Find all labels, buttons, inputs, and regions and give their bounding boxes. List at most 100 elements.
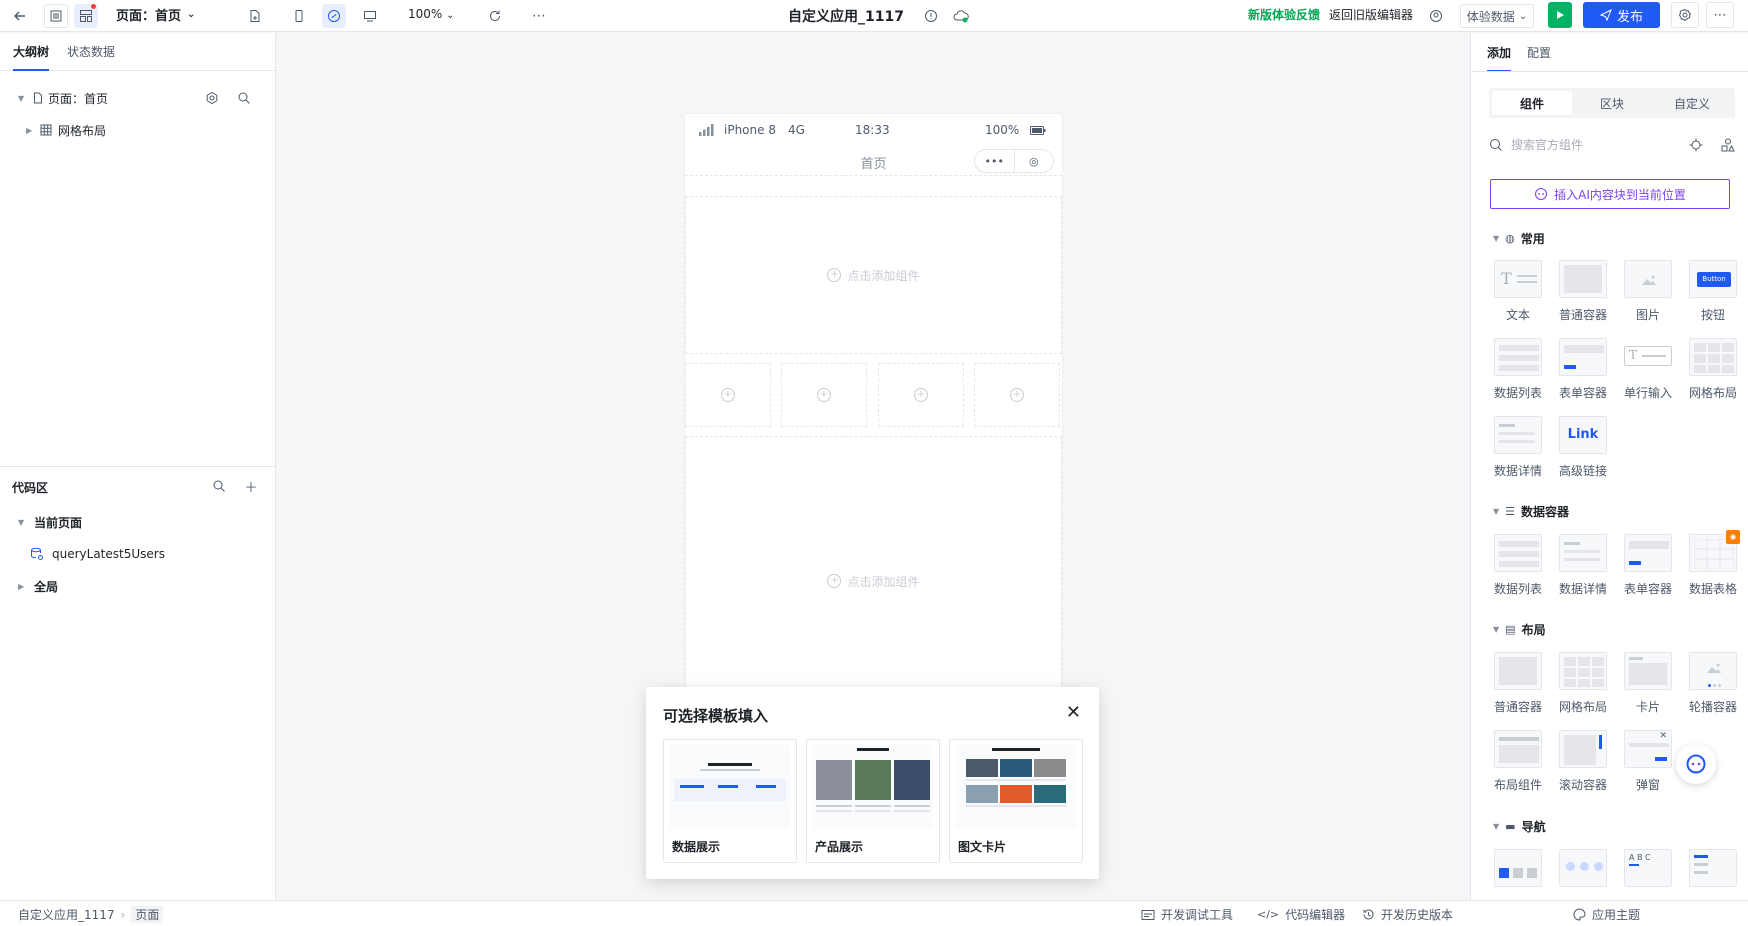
image-thumb-icon — [1624, 260, 1672, 298]
component-data-list[interactable]: 数据列表 — [1487, 534, 1549, 597]
template-card-product-display[interactable]: 产品展示 — [806, 739, 940, 863]
search-icon[interactable] — [211, 478, 227, 494]
breadcrumb-app[interactable]: 自定义应用_1117 — [18, 906, 115, 923]
section-navigation[interactable]: ▼ ▬ 导航 — [1493, 818, 1546, 835]
template-card-image-text[interactable]: 图文卡片 — [949, 739, 1083, 863]
data-list-thumb-icon — [1494, 338, 1542, 376]
tab-outline-tree[interactable]: 大纲树 — [13, 33, 50, 71]
tree-node-grid[interactable]: ▶ 网格布局 — [0, 118, 276, 142]
zoom-selector[interactable]: 100% ⌄ — [408, 7, 455, 21]
cloud-saved-icon[interactable] — [949, 4, 973, 28]
component-grid-layout[interactable]: 网格布局 — [1682, 338, 1744, 401]
mobile-view-icon[interactable] — [287, 4, 311, 28]
component-data-list[interactable]: 数据列表 — [1487, 338, 1549, 401]
add-component-zone[interactable]: + 点击添加组件 — [685, 436, 1062, 726]
back-arrow-icon[interactable] — [8, 4, 32, 28]
tree-node-query[interactable]: queryLatest5Users — [0, 542, 276, 566]
component-modal[interactable]: ✕ 弹窗 — [1617, 730, 1679, 793]
play-icon — [1557, 11, 1564, 19]
grid-cell[interactable]: + — [685, 363, 771, 427]
template-card-data-display[interactable]: 数据展示 — [663, 739, 797, 863]
locate-icon[interactable] — [1689, 138, 1703, 152]
experience-data-dropdown[interactable]: 体验数据 ⌄ — [1460, 4, 1534, 28]
more-options-icon[interactable]: ⋯ — [1706, 2, 1734, 28]
segment-blocks[interactable]: 区块 — [1572, 91, 1652, 115]
component-data-detail[interactable]: 数据详情 — [1487, 416, 1549, 479]
component-form-container[interactable]: 表单容器 — [1617, 534, 1679, 597]
caret-right-icon[interactable]: ▶ — [26, 126, 36, 135]
section-data-container[interactable]: ▼ ☰ 数据容器 — [1493, 503, 1569, 520]
component-data-detail[interactable]: 数据详情 — [1552, 534, 1614, 597]
mini-program-view-icon[interactable] — [322, 4, 346, 28]
tab-state-data[interactable]: 状态数据 — [67, 33, 115, 70]
grid-cell[interactable]: + — [878, 363, 964, 427]
tree-node-current-page[interactable]: ▼ 当前页面 — [0, 510, 276, 534]
component-card[interactable]: 卡片 — [1617, 652, 1679, 715]
component-scroll-container[interactable]: 滚动容器 — [1552, 730, 1614, 793]
search-input[interactable] — [1511, 138, 1681, 152]
desktop-view-icon[interactable] — [358, 4, 382, 28]
tree-node-global[interactable]: ▶ 全局 — [0, 574, 276, 598]
add-page-icon[interactable] — [243, 4, 267, 28]
component-layout[interactable]: 布局组件 — [1487, 730, 1549, 793]
target-circle-icon[interactable]: ◎ — [1013, 150, 1054, 172]
settings-gear-icon[interactable] — [1671, 2, 1699, 28]
section-layout[interactable]: ▼ ▤ 布局 — [1493, 621, 1546, 638]
page-icon — [34, 92, 42, 104]
component-side-tabs[interactable] — [1682, 849, 1744, 887]
page-selector[interactable]: 页面：首页 ⌄ — [116, 5, 195, 24]
component-data-table[interactable]: ✺ 数据表格 — [1682, 530, 1744, 597]
more-dots-icon[interactable]: ••• — [975, 150, 1014, 172]
info-icon[interactable] — [919, 4, 943, 28]
add-component-zone[interactable]: + 点击添加组件 — [685, 196, 1062, 354]
run-preview-button[interactable] — [1548, 2, 1572, 28]
tree-node-page[interactable]: ▼ 页面：首页 — [0, 86, 276, 110]
caret-down-icon[interactable]: ▼ — [18, 94, 28, 103]
search-icon[interactable] — [237, 91, 251, 108]
more-icon[interactable]: ⋯ — [527, 4, 551, 28]
component-button[interactable]: Button 按钮 — [1682, 260, 1744, 323]
component-top-tabs[interactable]: A B C — [1617, 849, 1679, 887]
component-single-input[interactable]: T 单行输入 — [1617, 338, 1679, 401]
component-tab-bar[interactable] — [1487, 849, 1549, 887]
component-container[interactable]: 普通容器 — [1552, 260, 1614, 323]
add-icon[interactable]: ＋ — [243, 478, 259, 496]
layout-template-icon[interactable] — [74, 4, 98, 28]
user-avatar-icon[interactable] — [1424, 4, 1448, 28]
refresh-icon[interactable] — [483, 4, 507, 28]
segment-components[interactable]: 组件 — [1492, 91, 1572, 115]
ai-insert-button[interactable]: 插入AI内容块到当前位置 — [1490, 179, 1730, 209]
caret-down-icon[interactable]: ▼ — [18, 518, 28, 527]
page-settings-icon[interactable] — [205, 91, 219, 108]
page-list-icon[interactable] — [44, 4, 68, 28]
app-theme-button[interactable]: 应用主题 — [1573, 906, 1640, 923]
component-icon-nav[interactable] — [1552, 849, 1614, 887]
segment-custom[interactable]: 自定义 — [1652, 91, 1732, 115]
component-library-icon[interactable] — [1721, 138, 1735, 152]
panel-divider[interactable] — [0, 466, 276, 467]
grid-cell[interactable]: + — [974, 363, 1060, 427]
component-carousel[interactable]: 轮播容器 — [1682, 652, 1744, 715]
history-version-button[interactable]: 开发历史版本 — [1362, 906, 1453, 923]
tab-config[interactable]: 配置 — [1527, 34, 1551, 71]
close-icon[interactable]: ✕ — [1066, 702, 1081, 723]
debug-tools-button[interactable]: 开发调试工具 — [1141, 906, 1233, 923]
grid-cell[interactable]: + — [781, 363, 867, 427]
component-grid-layout[interactable]: 网格布局 — [1552, 652, 1614, 715]
breadcrumb-page[interactable]: 页面 — [131, 906, 164, 923]
ai-assistant-float-button[interactable] — [1676, 744, 1716, 784]
publish-button[interactable]: 发布 — [1583, 2, 1660, 28]
component-advanced-link[interactable]: Link 高级链接 — [1552, 416, 1614, 479]
tab-add[interactable]: 添加 — [1487, 34, 1512, 72]
code-editor-button[interactable]: </> 代码编辑器 — [1257, 906, 1345, 923]
feedback-link[interactable]: 新版体验反馈 — [1248, 6, 1320, 23]
database-query-icon — [31, 547, 43, 560]
container-thumb-icon — [1559, 260, 1607, 298]
back-to-old-editor-link[interactable]: 返回旧版编辑器 — [1329, 6, 1413, 23]
component-text[interactable]: T 文本 — [1487, 260, 1549, 323]
component-container[interactable]: 普通容器 — [1487, 652, 1549, 715]
component-image[interactable]: 图片 — [1617, 260, 1679, 323]
component-form-container[interactable]: 表单容器 — [1552, 338, 1614, 401]
section-common[interactable]: ▼ ◍ 常用 — [1493, 230, 1545, 247]
caret-right-icon[interactable]: ▶ — [18, 582, 28, 591]
